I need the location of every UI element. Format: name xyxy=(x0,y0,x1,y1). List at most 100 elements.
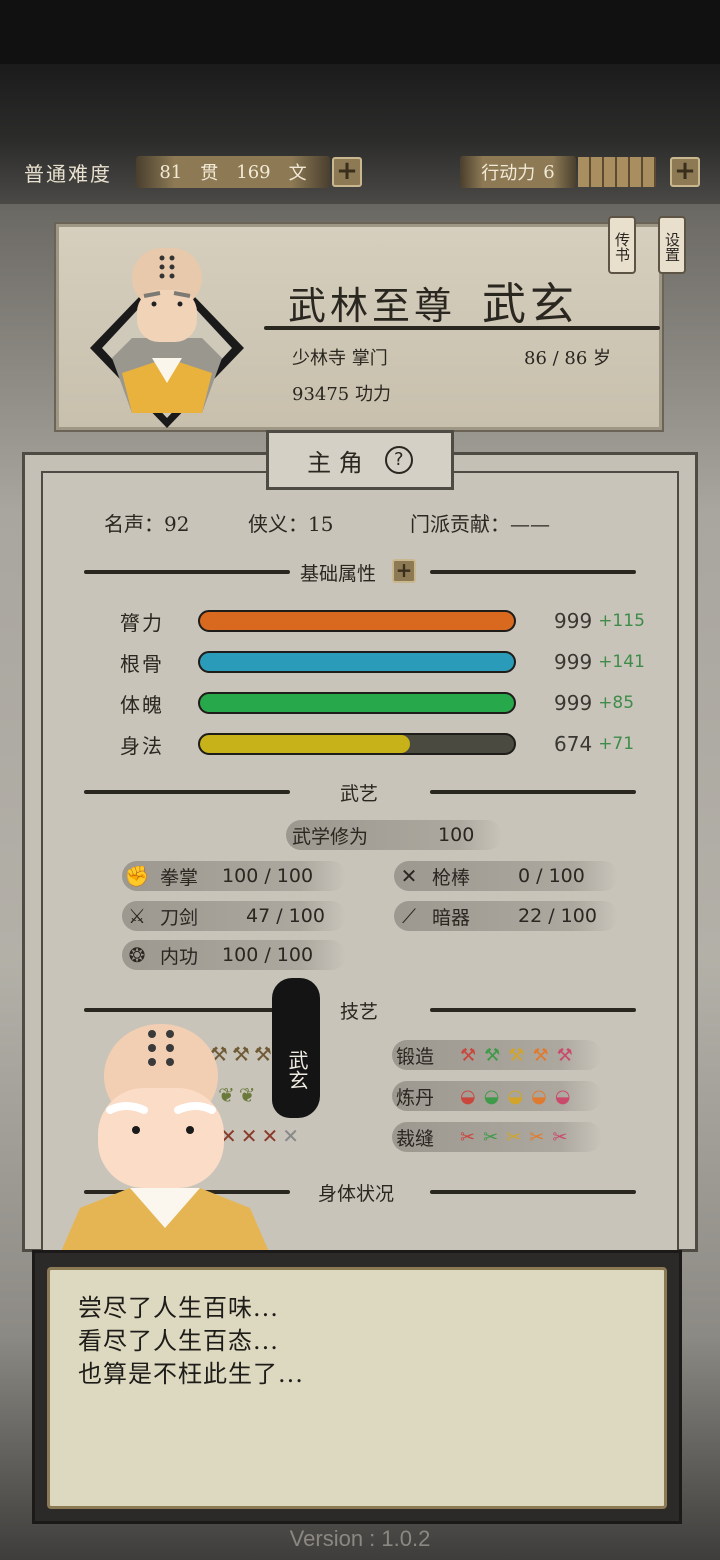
martial-cultivation-value: 100 xyxy=(438,824,475,846)
title-divider xyxy=(264,326,660,330)
attribute-row: 身法 674 +71 xyxy=(120,729,660,759)
skill-value: 0 / 100 xyxy=(518,865,585,887)
action-segment xyxy=(617,157,630,187)
bowl-icon-group: ◒ ◒ ◒ ◒ ◒ xyxy=(460,1086,571,1107)
attribute-bar xyxy=(198,733,516,755)
divider-left xyxy=(84,790,290,794)
attribute-row: 体魄 999 +85 xyxy=(120,688,660,718)
divider-right xyxy=(430,1190,636,1194)
attribute-bar-fill xyxy=(200,653,514,671)
character-title-name: 武林至尊 武玄 xyxy=(288,268,578,332)
skill-name: 刀剑 xyxy=(160,906,199,929)
martial-cultivation-row: 武学修为 100 xyxy=(286,820,502,850)
cross-icon: ✕ xyxy=(282,1124,300,1148)
divider-right xyxy=(430,790,636,794)
skill-name: 拳掌 xyxy=(160,866,199,889)
attribute-name: 根骨 xyxy=(120,651,164,676)
attribute-value: 999 xyxy=(554,609,593,633)
money-wen: 169 xyxy=(236,161,271,183)
attribute-bar-fill xyxy=(200,694,514,712)
crafts-title: 技艺 xyxy=(340,1001,379,1023)
needle-icon: ✂ xyxy=(483,1126,499,1148)
speaker-portrait xyxy=(60,1024,270,1254)
divider-left xyxy=(84,570,290,574)
skill-name: 内功 xyxy=(160,945,199,968)
anvil-icon: ⚒ xyxy=(484,1044,501,1066)
action-segment xyxy=(643,157,656,187)
skill-row-internal: ❂ 内功 100 / 100 xyxy=(122,940,346,970)
craft-row-alchemy: 炼丹 ◒ ◒ ◒ ◒ ◒ xyxy=(392,1081,602,1111)
character-card: 武林至尊 武玄 少林寺 掌门 86 / 86 岁 93475 功力 传书 设置 xyxy=(54,216,686,432)
anvil-icon: ⚒ xyxy=(508,1044,525,1066)
attribute-bonus: +71 xyxy=(598,734,635,754)
attribute-bar-fill xyxy=(200,612,514,630)
help-icon[interactable]: ? xyxy=(384,446,413,474)
add-money-button[interactable]: + xyxy=(332,157,362,187)
skill-row-blade: ⚔ 刀剑 47 / 100 xyxy=(122,901,346,931)
skill-value: 47 / 100 xyxy=(246,905,325,927)
skill-value: 100 / 100 xyxy=(222,944,314,966)
tab-title: 主 角 xyxy=(307,448,363,477)
craft-name: 裁缝 xyxy=(396,1127,435,1150)
add-attribute-button[interactable]: + xyxy=(392,559,416,583)
craft-row-tailoring: 裁缝 ✂ ✂ ✂ ✂ ✂ xyxy=(392,1122,602,1152)
divider-right xyxy=(430,1008,636,1012)
attribute-name: 膂力 xyxy=(120,610,164,635)
dialog-line: 看尽了人生百态... xyxy=(78,1327,279,1355)
action-label: 行动力 xyxy=(481,163,536,184)
money-guan: 81 xyxy=(159,161,183,183)
body-status-title: 身体状况 xyxy=(318,1183,395,1205)
money-wen-unit: 文 xyxy=(288,163,307,184)
needle-icon: ✂ xyxy=(460,1126,476,1148)
skill-row-spear: ✕ 枪棒 0 / 100 xyxy=(394,861,618,891)
attribute-bar-fill xyxy=(200,735,411,753)
dart-icon: ⟋ xyxy=(402,904,416,928)
dialog-line: 尝尽了人生百味... xyxy=(78,1294,279,1322)
anvil-icon-group: ⚒ ⚒ ⚒ ⚒ ⚒ xyxy=(460,1045,573,1066)
letters-button[interactable]: 传书 xyxy=(608,216,636,274)
skill-row-hidden-weapon: ⟋ 暗器 22 / 100 xyxy=(394,901,618,931)
tab-protagonist[interactable]: 主 角 ? xyxy=(266,430,454,490)
needle-icon: ✂ xyxy=(552,1126,568,1148)
attribute-bonus: +115 xyxy=(598,611,645,631)
craft-row-forging: 锻造 ⚒ ⚒ ⚒ ⚒ ⚒ xyxy=(392,1040,602,1070)
character-name: 武玄 xyxy=(482,279,579,330)
divider-left xyxy=(84,1008,290,1012)
attribute-value: 999 xyxy=(554,650,593,674)
action-segment xyxy=(604,157,617,187)
skill-name: 暗器 xyxy=(432,906,471,929)
bowl-icon: ◒ xyxy=(531,1085,547,1107)
action-segment xyxy=(591,157,604,187)
attribute-value: 999 xyxy=(554,691,593,715)
skill-value: 100 / 100 xyxy=(222,865,314,887)
bowl-icon: ◒ xyxy=(554,1085,571,1107)
spear-icon: ✕ xyxy=(400,864,418,888)
attribute-name: 身法 xyxy=(120,733,164,758)
portrait xyxy=(90,248,244,428)
attribute-bonus: +85 xyxy=(598,693,635,713)
needle-icon: ✂ xyxy=(506,1126,522,1148)
anvil-icon: ⚒ xyxy=(556,1044,573,1066)
character-age: 86 / 86 岁 xyxy=(524,348,612,369)
needle-icon: ✂ xyxy=(529,1126,545,1148)
action-points-bar xyxy=(578,157,656,187)
settings-button[interactable]: 设置 xyxy=(658,216,686,274)
speaker-name-tag: 武玄 xyxy=(272,978,320,1118)
dialog-box[interactable]: 尝尽了人生百味... 看尽了人生百态... 也算是不枉此生了... xyxy=(32,1250,682,1524)
fame-stat: 名声：92 xyxy=(104,512,190,536)
attribute-bonus: +141 xyxy=(598,652,645,672)
add-action-button[interactable]: + xyxy=(670,157,700,187)
skill-value: 22 / 100 xyxy=(518,905,597,927)
needle-icon-group: ✂ ✂ ✂ ✂ ✂ xyxy=(460,1127,567,1148)
qi-icon: ❂ xyxy=(128,943,146,967)
action-value: 6 xyxy=(543,161,555,183)
character-sect: 少林寺 掌门 xyxy=(292,348,388,369)
basic-attributes-title: 基础属性 xyxy=(300,563,377,585)
divider-right xyxy=(430,570,636,574)
anvil-icon: ⚒ xyxy=(532,1044,549,1066)
skill-row-fist: ✊ 拳掌 100 / 100 xyxy=(122,861,346,891)
attribute-row: 根骨 999 +141 xyxy=(120,647,660,677)
contribution-stat: 门派贡献：—— xyxy=(410,512,550,536)
anvil-icon: ⚒ xyxy=(460,1044,477,1066)
attribute-bar xyxy=(198,651,516,673)
